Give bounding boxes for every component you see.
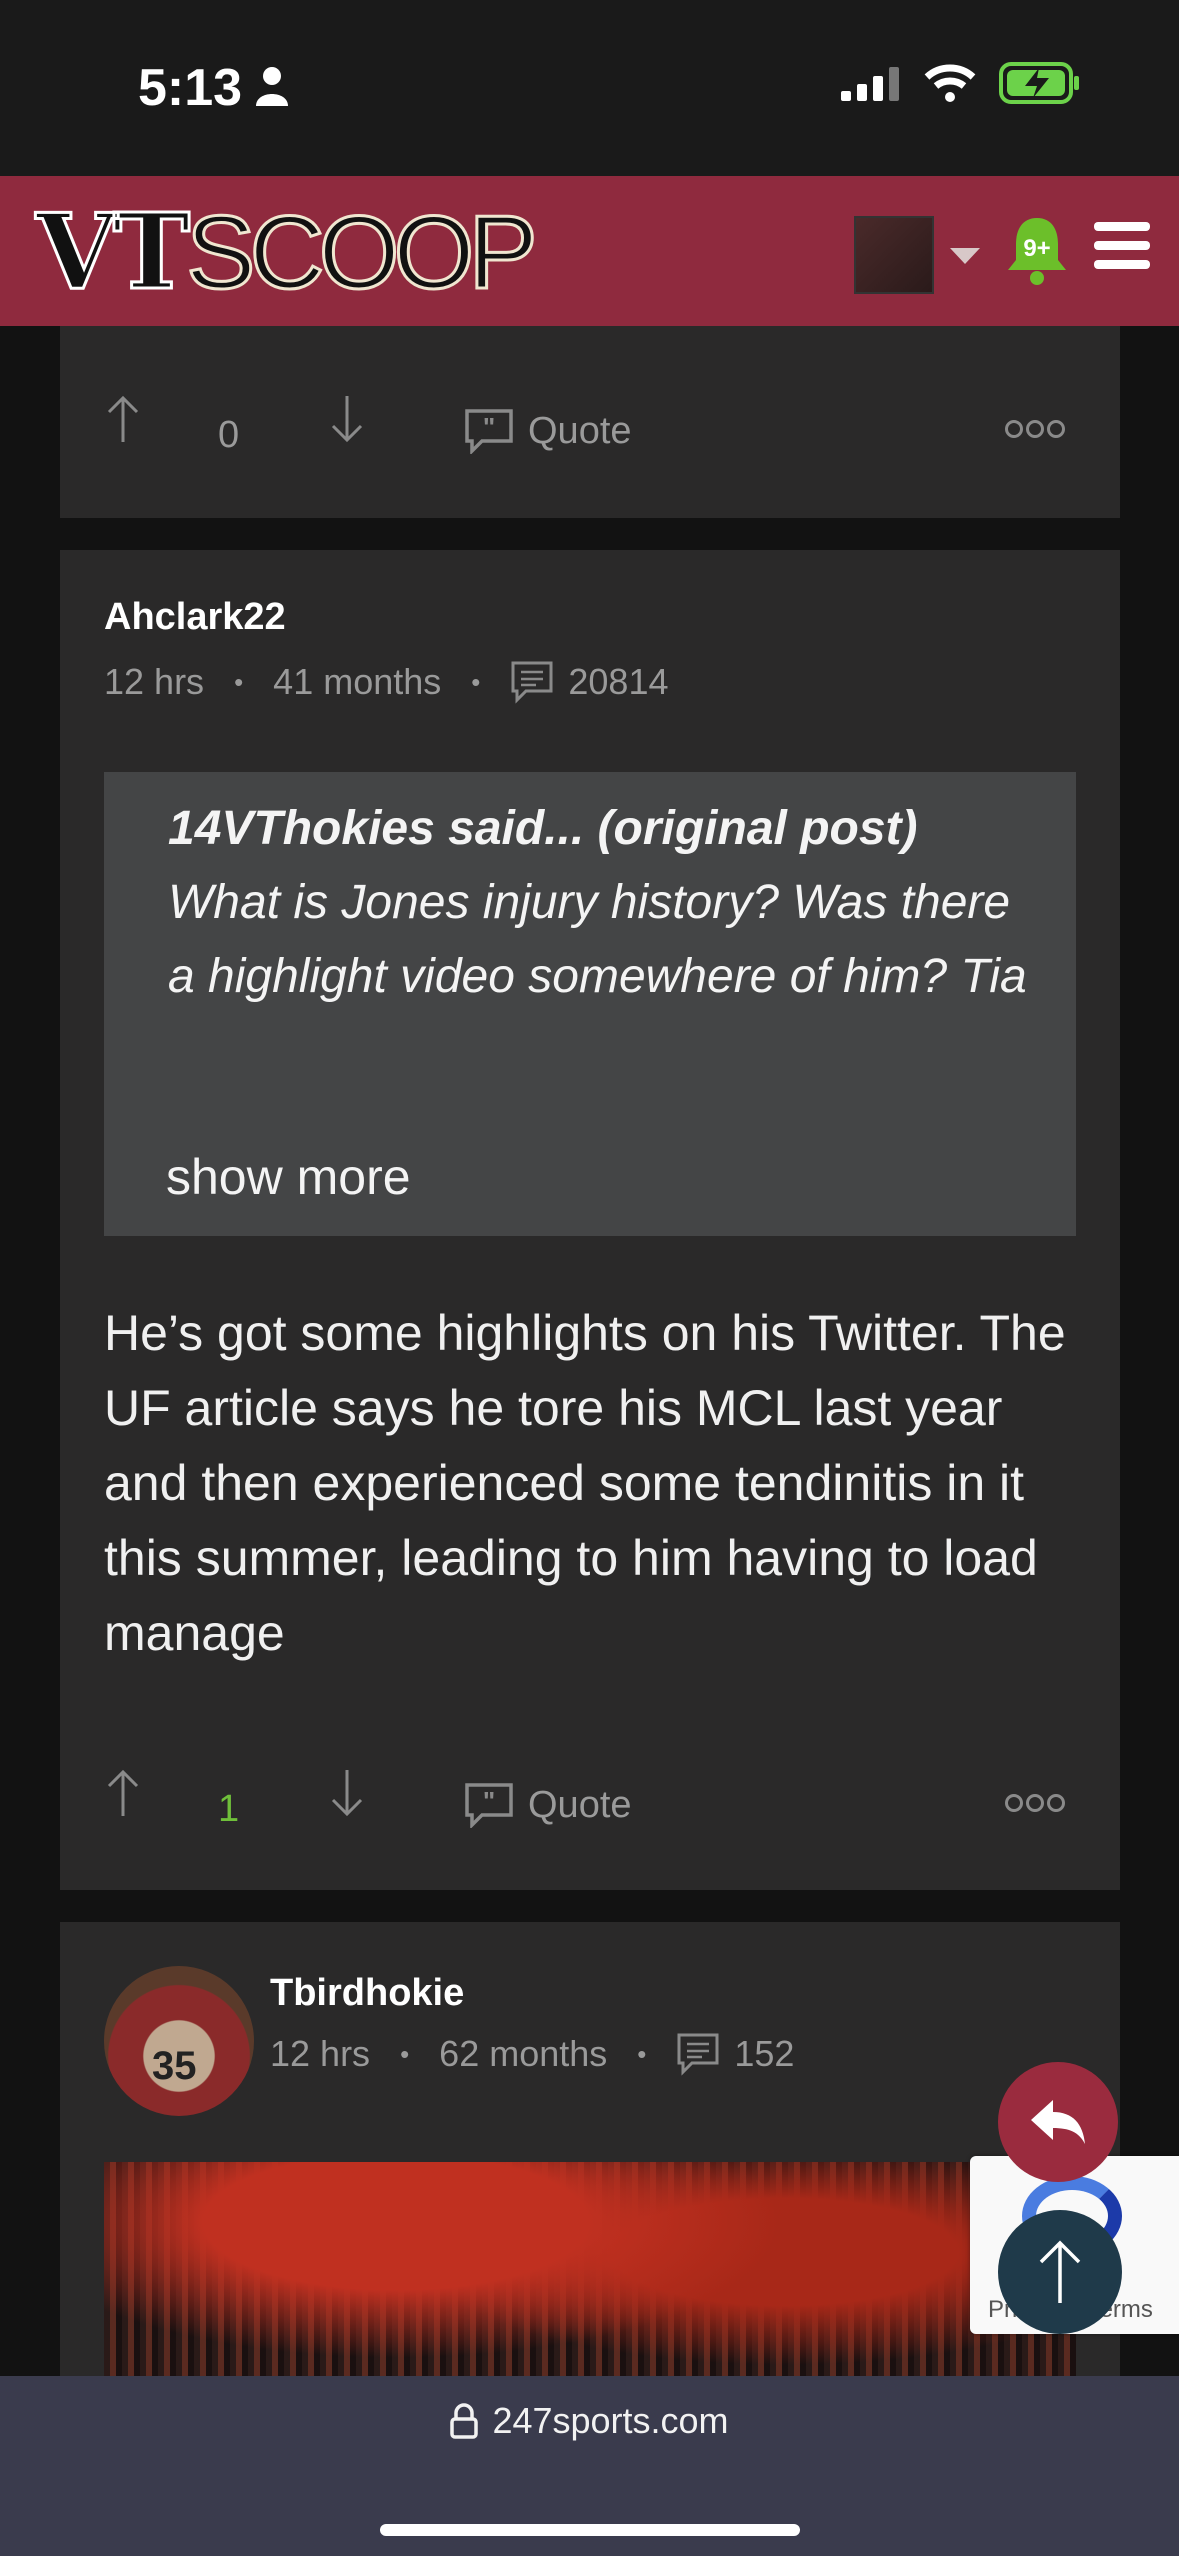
quote-icon: " <box>465 409 513 454</box>
quote-text: What is Jones injury history? Was there … <box>168 876 1027 1003</box>
arrow-up-icon[interactable] <box>106 1768 140 1818</box>
post-count: 20814 <box>568 661 669 702</box>
home-indicator[interactable] <box>380 2524 800 2536</box>
wifi-icon <box>924 64 976 102</box>
quote-author[interactable]: 14VThokies said... <box>168 802 584 855</box>
svg-text:": " <box>483 412 495 442</box>
more-options-icon[interactable] <box>1004 418 1066 440</box>
reply-arrow-icon <box>1031 2100 1085 2144</box>
svg-text:": " <box>483 1786 495 1816</box>
post-count: 152 <box>734 2033 795 2074</box>
post-card: 0 " Quote <box>60 326 1120 518</box>
upvote-count: 0 <box>218 414 240 456</box>
hamburger-menu-icon[interactable] <box>1094 220 1150 272</box>
notification-badge: 9+ <box>1023 235 1050 262</box>
arrow-up-icon[interactable] <box>106 394 140 444</box>
user-avatar[interactable]: 35 <box>104 1966 254 2116</box>
quote-button[interactable]: " Quote <box>464 408 632 454</box>
notification-bell-icon[interactable]: 9+ <box>1004 214 1070 286</box>
site-header: VTSCOOP 9+ <box>0 176 1179 326</box>
post-actions: 1 " Quote <box>60 1768 1120 1848</box>
arrow-up-icon <box>1039 2240 1081 2303</box>
status-bar: 5:13 <box>0 0 1179 176</box>
post-card: Ahclark22 12 hrs • 41 months • 20814 14V… <box>60 550 1120 1890</box>
post-meta: 12 hrs • 62 months • 152 <box>270 2033 795 2076</box>
scroll-to-top-button[interactable] <box>998 2210 1122 2334</box>
user-avatar[interactable] <box>854 216 934 294</box>
post-username[interactable]: Tbirdhokie <box>270 1972 464 2015</box>
post-actions: 0 " Quote <box>60 394 1120 474</box>
quote-button[interactable]: " Quote <box>464 1782 632 1828</box>
quoted-post: 14VThokies said... (original post) What … <box>104 772 1076 1236</box>
reply-button[interactable] <box>998 2062 1118 2182</box>
post-image[interactable] <box>104 2162 1076 2376</box>
person-icon <box>256 67 288 106</box>
comment-icon <box>511 661 553 704</box>
status-icons <box>841 62 1081 104</box>
original-post-link[interactable]: (original post) <box>598 802 918 855</box>
post-body: He’s got some highlights on his Twitter.… <box>104 1305 1066 1661</box>
url-text: 247sports.com <box>492 2400 729 2441</box>
chevron-down-icon[interactable] <box>950 248 980 264</box>
lock-icon <box>450 2403 479 2439</box>
quote-icon: " <box>465 1783 513 1828</box>
post-meta: 12 hrs • 41 months • 20814 <box>104 661 669 704</box>
arrow-down-icon[interactable] <box>330 1768 364 1818</box>
status-time: 5:13 <box>138 59 243 117</box>
battery-charging-icon <box>999 62 1079 104</box>
membership-length: 62 months <box>439 2033 608 2074</box>
post-card: 35 Tbirdhokie 12 hrs • 62 months • 152 <box>60 1922 1120 2376</box>
show-more-link[interactable]: show more <box>166 1148 411 1206</box>
membership-length: 41 months <box>273 661 442 702</box>
site-logo[interactable]: VTSCOOP <box>34 192 539 313</box>
post-time: 12 hrs <box>270 2033 371 2074</box>
thread-content: 0 " Quote Ahclark22 12 hrs • 41 months •… <box>0 326 1179 2376</box>
post-time: 12 hrs <box>104 661 205 702</box>
arrow-down-icon[interactable] <box>330 394 364 444</box>
signal-icon <box>841 67 899 101</box>
more-options-icon[interactable] <box>1004 1792 1066 1814</box>
upvote-count: 1 <box>218 1788 240 1830</box>
post-username[interactable]: Ahclark22 <box>104 596 286 639</box>
comment-icon <box>677 2033 719 2076</box>
